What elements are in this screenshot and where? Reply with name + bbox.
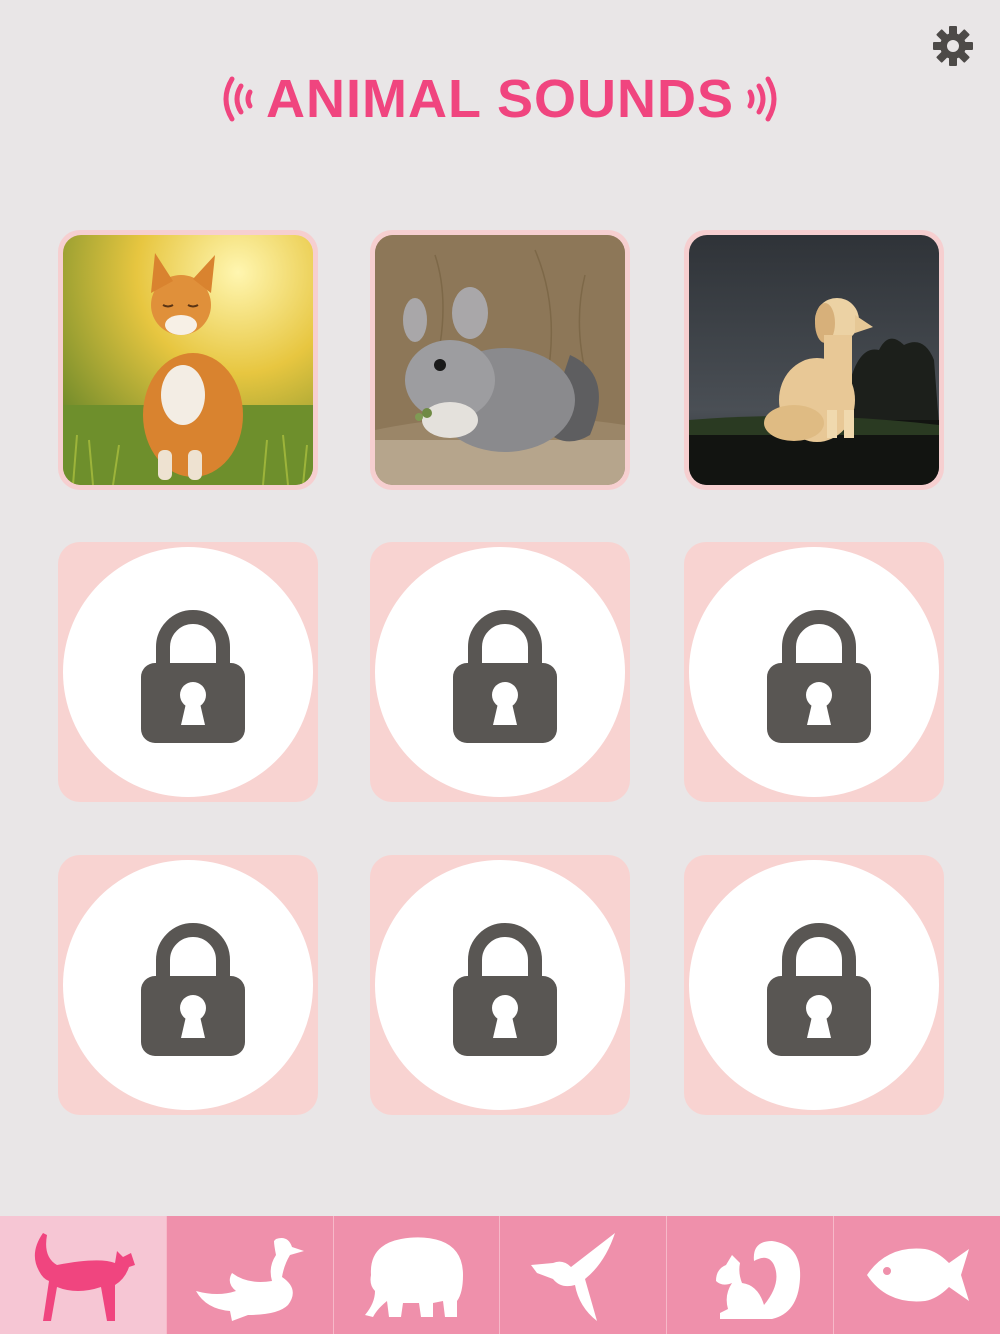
tab-small-animals[interactable] xyxy=(666,1216,833,1334)
animal-tile-cat[interactable] xyxy=(58,230,318,490)
lock-circle xyxy=(375,547,625,797)
animal-tile-chinchilla[interactable] xyxy=(370,230,630,490)
lock-circle xyxy=(689,547,939,797)
locked-tile[interactable] xyxy=(370,542,630,802)
lock-circle xyxy=(63,547,313,797)
duck-icon xyxy=(195,1238,304,1321)
cat-photo xyxy=(63,235,313,485)
locked-tile[interactable] xyxy=(684,542,944,802)
lock-icon xyxy=(141,923,245,1056)
elephant-icon xyxy=(364,1237,463,1317)
fish-icon xyxy=(867,1248,970,1302)
cat-icon xyxy=(34,1233,135,1321)
chinchilla-photo xyxy=(375,235,625,485)
lock-circle xyxy=(689,860,939,1110)
locked-tile[interactable] xyxy=(684,855,944,1115)
animal-grid xyxy=(0,0,1000,1200)
locked-tile[interactable] xyxy=(58,855,318,1115)
lock-icon xyxy=(767,923,871,1056)
locked-tile[interactable] xyxy=(370,855,630,1115)
lock-circle xyxy=(63,860,313,1110)
dog-photo xyxy=(689,235,939,485)
tab-sea-animals[interactable] xyxy=(833,1216,1000,1334)
tab-birds[interactable] xyxy=(499,1216,666,1334)
tab-cats[interactable] xyxy=(0,1216,166,1334)
lock-icon xyxy=(767,610,871,743)
bird-icon xyxy=(531,1233,616,1321)
animal-tile-dog[interactable] xyxy=(684,230,944,490)
lock-icon xyxy=(141,610,245,743)
lock-icon xyxy=(453,610,557,743)
tab-birds-water[interactable] xyxy=(165,1216,333,1334)
lock-icon xyxy=(453,923,557,1056)
tab-wild-animals[interactable] xyxy=(332,1216,500,1334)
lock-circle xyxy=(375,860,625,1110)
category-tab-bar xyxy=(0,1216,1000,1334)
locked-tile[interactable] xyxy=(58,542,318,802)
squirrel-icon xyxy=(716,1241,801,1319)
